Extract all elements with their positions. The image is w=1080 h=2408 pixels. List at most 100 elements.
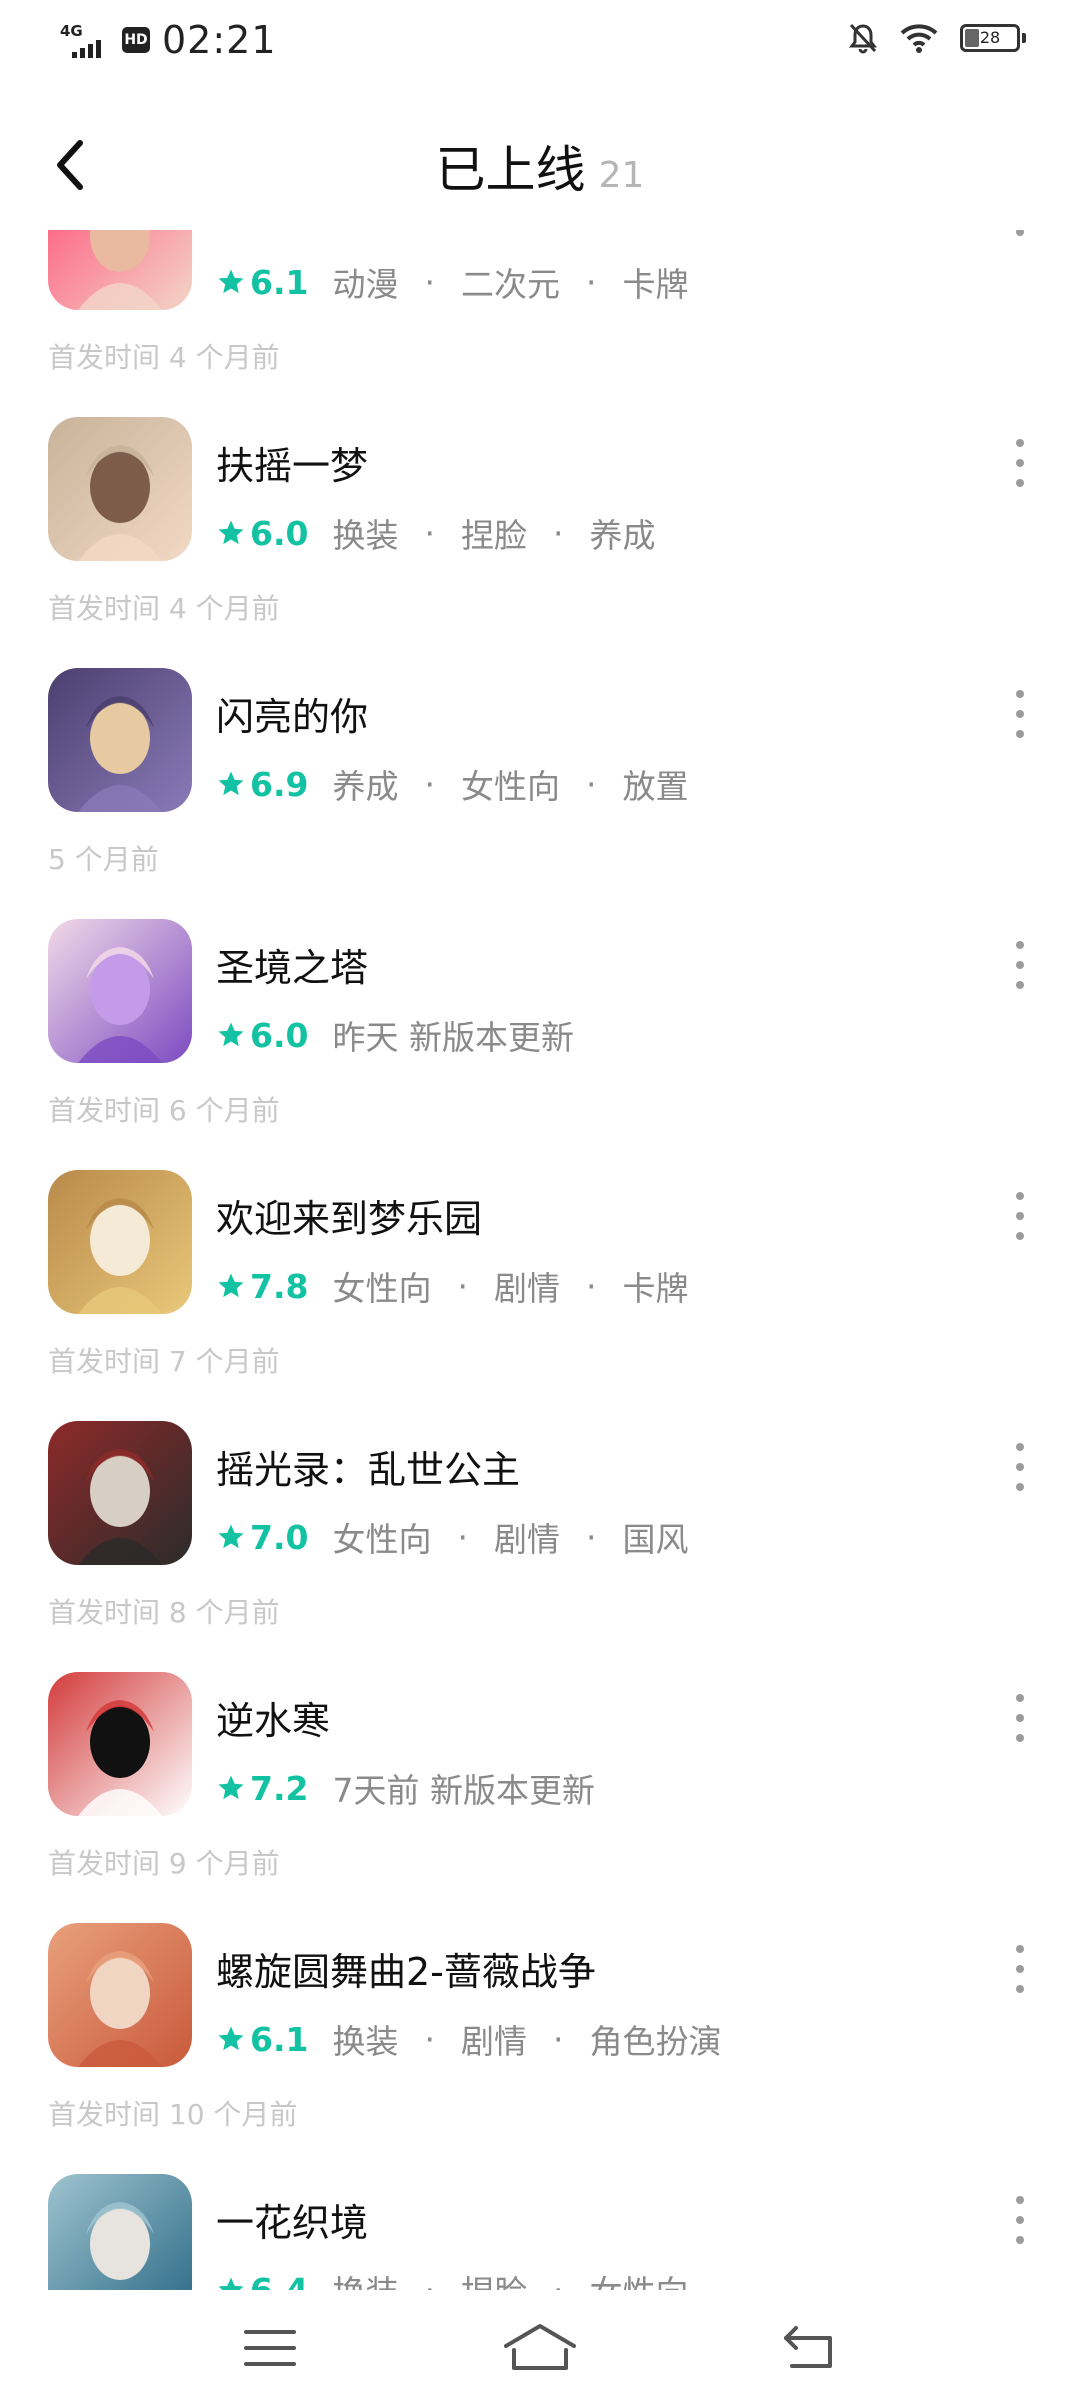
more-button[interactable]: [1008, 2190, 1032, 2250]
app-artwork-icon: [48, 668, 192, 812]
return-icon: [784, 2326, 832, 2368]
tag: 7天前 新版本更新: [332, 1771, 595, 1810]
more-button[interactable]: [1008, 1437, 1032, 1497]
app-icon[interactable]: [48, 1672, 192, 1816]
first-release-time: 首发时间 9 个月前: [48, 1847, 280, 1880]
app-score: 7.0: [216, 1518, 308, 1557]
first-release-time: 首发时间 8 个月前: [48, 1596, 280, 1629]
more-button[interactable]: [1008, 935, 1032, 995]
app-name[interactable]: 圣境之塔: [216, 937, 368, 992]
first-release-time: 首发时间 10 个月前: [48, 2098, 298, 2131]
app-name[interactable]: 逆水寒: [216, 1690, 330, 1745]
more-vertical-icon: [1016, 2196, 1024, 2204]
tag: 卡牌: [622, 1269, 689, 1308]
tag-separator: ·: [457, 1266, 468, 1306]
header: 已上线 21: [0, 100, 1080, 230]
more-vertical-icon: [1016, 941, 1024, 949]
tag-separator: ·: [424, 513, 435, 553]
app-icon[interactable]: [48, 1923, 192, 2067]
tag: 女性向: [460, 767, 560, 806]
app-artwork-icon: [48, 2174, 192, 2290]
tag: 养成: [332, 767, 399, 806]
tag: 角色扮演: [589, 2022, 722, 2061]
app-name[interactable]: 螺旋圆舞曲2-蔷薇战争: [216, 1941, 596, 1996]
tag: 昨天 新版本更新: [332, 1018, 574, 1057]
first-release-time: 首发时间 6 个月前: [48, 1094, 280, 1127]
list-item[interactable]: 闪亮的你 6.9 养成 · 女性向 · 放置 5 个月前: [0, 668, 1080, 919]
app-icon[interactable]: [48, 1421, 192, 1565]
battery-level: 28: [979, 28, 1001, 47]
tag-separator: ·: [552, 2270, 564, 2291]
app-meta: 6.0 换装 · 捏脸 · 养成: [216, 509, 655, 557]
tag: 捏脸: [460, 516, 527, 555]
more-button[interactable]: [1008, 1688, 1032, 1748]
app-icon[interactable]: [48, 2174, 192, 2290]
battery-icon: 28: [960, 24, 1026, 52]
score-value: 6.0: [250, 513, 309, 553]
list-item[interactable]: 6.1 动漫 · 二次元 · 卡牌 首发时间 4 个月前: [0, 230, 1080, 417]
tag: 动漫: [332, 265, 399, 304]
return-button[interactable]: [778, 2320, 842, 2376]
home-button[interactable]: [500, 2320, 580, 2376]
list-item[interactable]: 螺旋圆舞曲2-蔷薇战争 6.1 换装 · 剧情 · 角色扮演 首发时间 10 个月前: [0, 1923, 1080, 2174]
more-button[interactable]: [1008, 230, 1032, 242]
app-icon[interactable]: [48, 230, 192, 310]
score-value: 7.2: [250, 1768, 309, 1808]
app-meta: 6.9 养成 · 女性向 · 放置: [216, 760, 688, 808]
system-nav-bar: [0, 2290, 1080, 2408]
star-icon: [218, 2026, 244, 2051]
app-score: 6.1: [216, 2020, 308, 2059]
app-icon[interactable]: [48, 1170, 192, 1314]
tag: 剧情: [460, 2022, 527, 2061]
first-release-time: 5 个月前: [48, 843, 159, 876]
app-name[interactable]: 欢迎来到梦乐园: [216, 1188, 482, 1243]
tag: 二次元: [460, 265, 560, 304]
tag-separator: ·: [585, 1517, 597, 1557]
tag: 剧情: [493, 1269, 560, 1308]
more-button[interactable]: [1008, 433, 1032, 493]
list-item[interactable]: 逆水寒 7.2 7天前 新版本更新首发时间 9 个月前: [0, 1672, 1080, 1923]
first-release-time: 首发时间 4 个月前: [48, 592, 280, 625]
page-title: 已上线 21: [435, 141, 645, 199]
more-vertical-icon: [1016, 690, 1024, 698]
tag-separator: ·: [552, 2019, 564, 2059]
app-name[interactable]: 扶摇一梦: [216, 435, 368, 490]
star-icon: [218, 1273, 244, 1298]
tag-separator: ·: [424, 764, 435, 804]
app-icon[interactable]: [48, 919, 192, 1063]
list-item[interactable]: 一花织境 6.4 换装 · 捏脸 · 女性向: [0, 2174, 1080, 2290]
signal-icon: 4G: [60, 20, 110, 60]
list-item[interactable]: 圣境之塔 6.0 昨天 新版本更新 首发时间 6 个月前: [0, 919, 1080, 1170]
tag-separator: ·: [552, 513, 564, 553]
game-list[interactable]: 6.1 动漫 · 二次元 · 卡牌 首发时间 4 个月前 扶摇一梦 6.0 换装 · 捏脸 · 养成 首发时…: [0, 230, 1080, 2290]
list-item[interactable]: 欢迎来到梦乐园 7.8 女性向 · 剧情 · 卡牌 首发时间 7 个月前: [0, 1170, 1080, 1421]
tag: 女性向: [332, 1269, 432, 1308]
app-name[interactable]: 摇光录：乱世公主: [216, 1439, 520, 1494]
score-value: 6.4: [250, 2270, 309, 2291]
tag: 捏脸: [461, 2266, 527, 2290]
more-vertical-icon: [1016, 439, 1024, 447]
list-item[interactable]: 摇光录：乱世公主 7.0 女性向 · 剧情 · 国风 首发时间 8 个月前: [0, 1421, 1080, 1672]
more-button[interactable]: [1008, 1186, 1032, 1246]
hd-icon: HD: [122, 27, 150, 53]
score-value: 7.8: [250, 1266, 309, 1306]
more-vertical-icon: [1016, 1945, 1024, 1953]
app-name[interactable]: 一花织境: [216, 2192, 368, 2247]
app-name[interactable]: 闪亮的你: [216, 686, 368, 741]
tag: 卡牌: [622, 265, 689, 304]
app-icon[interactable]: [48, 668, 192, 812]
more-button[interactable]: [1008, 1939, 1032, 1999]
app-meta: 7.2 7天前 新版本更新: [216, 1764, 595, 1812]
tag: 养成: [589, 516, 656, 555]
menu-button[interactable]: [238, 2320, 302, 2376]
app-artwork-icon: [48, 1923, 192, 2067]
score-value: 6.1: [250, 2019, 309, 2059]
app-icon[interactable]: [48, 417, 192, 561]
tag-separator: ·: [424, 2270, 435, 2291]
more-vertical-icon: [1016, 1694, 1024, 1702]
star-icon: [218, 269, 244, 294]
tag: 换装: [332, 2266, 398, 2290]
list-item[interactable]: 扶摇一梦 6.0 换装 · 捏脸 · 养成 首发时间 4 个月前: [0, 417, 1080, 668]
more-button[interactable]: [1008, 684, 1032, 744]
app-artwork-icon: [48, 1672, 192, 1816]
